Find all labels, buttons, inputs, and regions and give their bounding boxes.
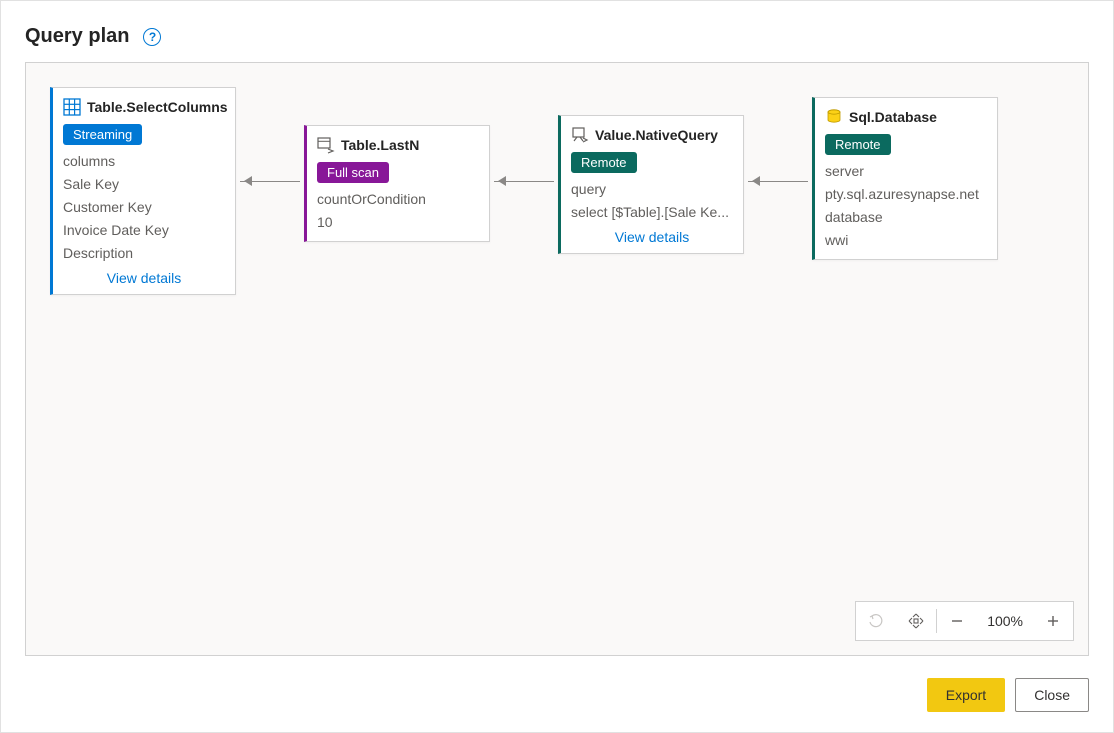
table-columns-icon [63,98,81,116]
export-button[interactable]: Export [927,678,1005,712]
badge-streaming: Streaming [63,124,142,145]
help-icon[interactable]: ? [143,28,161,46]
node-title-text: Table.LastN [341,137,419,153]
node-body: query select [$Table].[Sale Ke... [571,179,733,223]
node-row: wwi [825,230,987,251]
arrow [240,181,300,182]
node-row: database [825,207,987,228]
node-row: server [825,161,987,182]
native-query-icon [571,126,589,144]
query-plan-canvas[interactable]: Table.SelectColumns Streaming columns Sa… [25,62,1089,656]
node-title: Value.NativeQuery [571,126,733,144]
page-title: Query plan [25,25,129,48]
node-row: Customer Key [63,197,225,218]
node-title: Table.SelectColumns [63,98,225,116]
node-row: 10 [317,212,479,233]
badge-remote: Remote [571,152,637,173]
node-title: Sql.Database [825,108,987,126]
node-title-text: Sql.Database [849,109,937,125]
node-row: countOrCondition [317,189,479,210]
node-row: columns [63,151,225,172]
node-row: pty.sql.azuresynapse.net [825,184,987,205]
zoom-in-button[interactable] [1033,602,1073,640]
arrow [494,181,554,182]
node-title-text: Table.SelectColumns [87,99,228,115]
node-body: countOrCondition 10 [317,189,479,233]
zoom-toolbar: 100% [855,601,1074,641]
node-select-columns[interactable]: Table.SelectColumns Streaming columns Sa… [50,87,236,295]
node-sql-database[interactable]: Sql.Database Remote server pty.sql.azure… [812,97,998,260]
close-button[interactable]: Close [1015,678,1089,712]
node-body: columns Sale Key Customer Key Invoice Da… [63,151,225,264]
dialog-footer: Export Close [927,678,1089,712]
node-row: Description [63,243,225,264]
node-native-query[interactable]: Value.NativeQuery Remote query select [$… [558,115,744,254]
fit-to-screen-icon[interactable] [896,602,936,640]
view-details-link[interactable]: View details [615,229,689,245]
dialog-header: Query plan ? [1,1,1113,62]
node-row: Sale Key [63,174,225,195]
zoom-out-button[interactable] [937,602,977,640]
node-row: Invoice Date Key [63,220,225,241]
table-lastn-icon [317,136,335,154]
badge-fullscan: Full scan [317,162,389,183]
view-details: View details [63,270,225,286]
arrow [748,181,808,182]
view-details: View details [571,229,733,245]
zoom-level: 100% [977,613,1033,629]
node-title: Table.LastN [317,136,479,154]
node-body: server pty.sql.azuresynapse.net database… [825,161,987,251]
node-title-text: Value.NativeQuery [595,127,718,143]
node-last-n[interactable]: Table.LastN Full scan countOrCondition 1… [304,125,490,242]
node-row: query [571,179,733,200]
node-row: select [$Table].[Sale Ke... [571,202,733,223]
badge-remote: Remote [825,134,891,155]
database-icon [825,108,843,126]
view-details-link[interactable]: View details [107,270,181,286]
undo-icon[interactable] [856,602,896,640]
